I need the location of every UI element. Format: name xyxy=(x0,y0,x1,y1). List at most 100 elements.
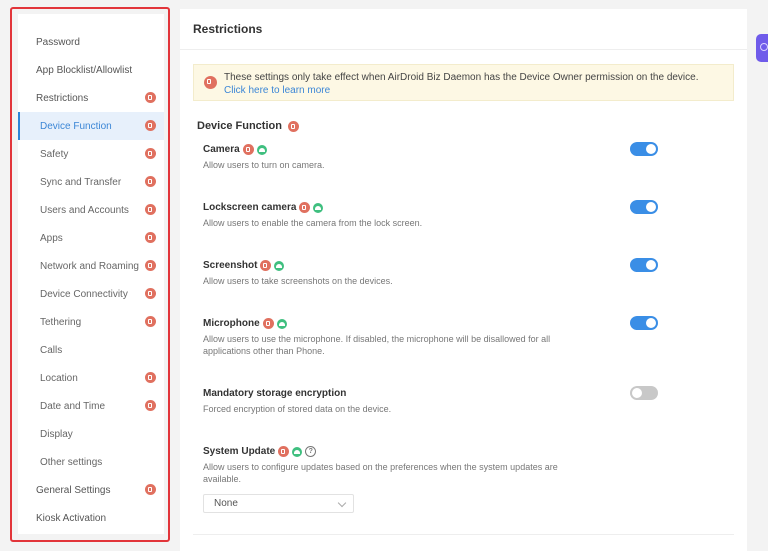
sidebar-item-tethering[interactable]: Tethering xyxy=(18,308,164,336)
lock-icon xyxy=(145,176,156,187)
sidebar-item-label: App Blocklist/Allowlist xyxy=(36,64,133,76)
sidebar-highlight-frame: Password App Blocklist/Allowlist Restric… xyxy=(10,7,170,542)
setting-desc: Allow users to configure updates based o… xyxy=(203,462,558,484)
setting-name: Camera xyxy=(203,144,240,155)
learn-more-link[interactable]: Click here to learn more xyxy=(224,85,330,96)
android-icon xyxy=(313,202,324,213)
setting-name: Mandatory storage encryption xyxy=(203,388,347,399)
lock-icon xyxy=(145,204,156,215)
sidebar-item-kiosk-activation[interactable]: Kiosk Activation xyxy=(18,504,164,532)
divider xyxy=(193,534,734,535)
sidebar-item-network-roaming[interactable]: Network and Roaming xyxy=(18,252,164,280)
android-icon xyxy=(292,446,303,457)
page-title: Restrictions xyxy=(180,9,747,50)
lock-icon xyxy=(145,148,156,159)
sidebar-item-label: Other settings xyxy=(40,456,103,468)
android-icon xyxy=(256,144,267,155)
camera-toggle[interactable] xyxy=(630,142,658,156)
sidebar-item-device-function[interactable]: Device Function xyxy=(18,112,164,140)
lock-icon xyxy=(299,202,311,213)
sidebar-item-general-settings[interactable]: General Settings xyxy=(18,476,164,504)
lock-icon xyxy=(242,144,254,155)
setting-desc: Allow users to turn on camera. xyxy=(203,160,325,170)
sidebar-item-display[interactable]: Display xyxy=(18,420,164,448)
setting-system-update: System Update? Allow users to configure … xyxy=(203,446,723,485)
lock-icon xyxy=(145,372,156,383)
sidebar-item-location[interactable]: Location xyxy=(18,364,164,392)
android-icon xyxy=(276,318,287,329)
sidebar-item-label: Calls xyxy=(40,344,63,356)
sidebar-item-password[interactable]: Password xyxy=(18,28,164,56)
lock-icon-wrap xyxy=(145,260,156,271)
lock-icon xyxy=(145,316,156,327)
setting-desc: Allow users to enable the camera from th… xyxy=(203,218,423,228)
lock-icon xyxy=(145,260,156,271)
sidebar-item-sync-transfer[interactable]: Sync and Transfer xyxy=(18,168,164,196)
select-value: None xyxy=(214,498,238,509)
device-owner-notice: These settings only take effect when Air… xyxy=(193,64,734,101)
sidebar-item-label: General Settings xyxy=(36,484,111,496)
sidebar-item-label: Kiosk Activation xyxy=(36,512,107,524)
help-icon[interactable]: ? xyxy=(305,446,317,457)
sidebar: Password App Blocklist/Allowlist Restric… xyxy=(18,14,164,534)
lock-icon xyxy=(204,76,217,89)
lock-icon xyxy=(145,484,156,495)
sidebar-item-other-settings[interactable]: Other settings xyxy=(18,448,164,476)
sidebar-item-label: Network and Roaming xyxy=(40,260,139,272)
sidebar-item-safety[interactable]: Safety xyxy=(18,140,164,168)
sidebar-item-label: Location xyxy=(40,372,78,384)
sidebar-item-label: Device Function xyxy=(40,120,112,132)
lock-icon-wrap xyxy=(145,372,156,383)
sidebar-item-label: Device Connectivity xyxy=(40,288,128,300)
lock-icon-wrap xyxy=(145,232,156,243)
sidebar-item-label: Password xyxy=(36,36,80,48)
sidebar-item-label: Restrictions xyxy=(36,92,89,104)
lock-icon-wrap xyxy=(145,176,156,187)
sidebar-item-restrictions[interactable]: Restrictions xyxy=(18,84,164,112)
sidebar-item-app-blocklist[interactable]: App Blocklist/Allowlist xyxy=(18,56,164,84)
setting-name: System Update xyxy=(203,446,276,457)
sidebar-item-apps[interactable]: Apps xyxy=(18,224,164,252)
lock-icon-wrap xyxy=(145,204,156,215)
sidebar-item-users-accounts[interactable]: Users and Accounts xyxy=(18,196,164,224)
lock-icon xyxy=(145,400,156,411)
section-title: Device Function xyxy=(197,120,300,132)
setting-desc: Forced encryption of stored data on the … xyxy=(203,404,392,414)
storage-encryption-toggle[interactable] xyxy=(630,386,658,400)
lock-icon xyxy=(145,288,156,299)
sidebar-item-label: Date and Time xyxy=(40,400,106,412)
lock-icon xyxy=(262,318,274,329)
lock-icon xyxy=(145,120,156,131)
setting-name: Screenshot xyxy=(203,260,258,271)
lock-icon-wrap xyxy=(145,316,156,327)
lock-icon xyxy=(145,92,156,103)
floating-assistant-button[interactable] xyxy=(756,34,768,62)
sidebar-item-calls[interactable]: Calls xyxy=(18,336,164,364)
section-title-text: Device Function xyxy=(197,120,282,132)
setting-name: Microphone xyxy=(203,318,260,329)
setting-desc: Allow users to use the microphone. If di… xyxy=(203,334,551,356)
lock-icon xyxy=(260,260,272,271)
notice-icon-wrap xyxy=(204,76,217,89)
sidebar-item-label: Users and Accounts xyxy=(40,204,129,216)
lockscreen-camera-toggle[interactable] xyxy=(630,200,658,214)
lock-icon-wrap xyxy=(145,400,156,411)
microphone-toggle[interactable] xyxy=(630,316,658,330)
android-icon xyxy=(274,260,285,271)
lock-icon-wrap xyxy=(145,92,156,103)
lock-icon-wrap xyxy=(145,120,156,131)
sidebar-item-label: Tethering xyxy=(40,316,82,328)
setting-desc: Allow users to take screenshots on the d… xyxy=(203,276,393,286)
screenshot-toggle[interactable] xyxy=(630,258,658,272)
main-panel: Restrictions These settings only take ef… xyxy=(180,9,747,551)
lock-icon xyxy=(288,120,300,132)
system-update-select[interactable]: None xyxy=(203,494,354,513)
sidebar-item-label: Apps xyxy=(40,232,63,244)
sidebar-item-date-time[interactable]: Date and Time xyxy=(18,392,164,420)
chevron-down-icon xyxy=(337,498,347,508)
sidebar-item-label: Display xyxy=(40,428,73,440)
sidebar-item-device-connectivity[interactable]: Device Connectivity xyxy=(18,280,164,308)
sidebar-item-label: Safety xyxy=(40,148,69,160)
lock-icon-wrap xyxy=(145,288,156,299)
sidebar-item-label: Sync and Transfer xyxy=(40,176,122,188)
